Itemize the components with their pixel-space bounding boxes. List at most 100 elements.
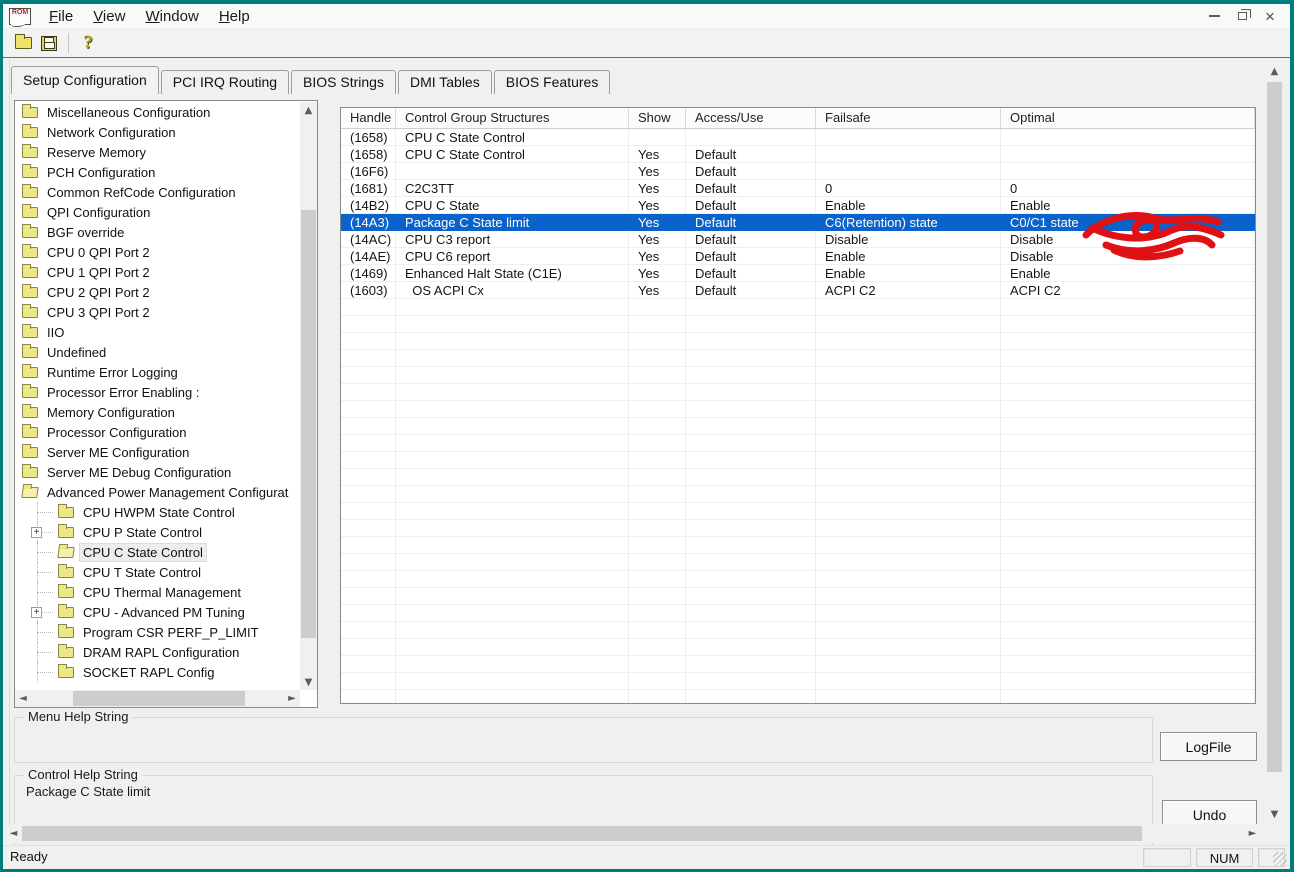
close-icon: × — [1265, 6, 1275, 26]
tab-dmi-tables[interactable]: DMI Tables — [397, 70, 492, 94]
cell-empty — [1001, 673, 1255, 690]
tree-item-cpu-p-state-control[interactable]: + CPU P State Control — [15, 522, 300, 542]
main-vertical-scrollbar[interactable]: ▲ ▼ — [1265, 61, 1284, 823]
cell-empty — [686, 435, 816, 452]
tree-item-qpi-configuration[interactable]: QPI Configuration — [15, 202, 300, 222]
cell-empty — [1001, 469, 1255, 486]
cell-empty — [1001, 486, 1255, 503]
main-scroll-left-icon[interactable]: ◄ — [5, 824, 22, 843]
expand-plus-icon[interactable]: + — [31, 527, 42, 538]
main-scroll-right-icon[interactable]: ► — [1244, 824, 1261, 843]
folder-icon — [22, 263, 38, 278]
menu-view[interactable]: View — [83, 6, 135, 27]
tab-bios-features[interactable]: BIOS Features — [493, 70, 611, 94]
menu-file[interactable]: File — [39, 6, 83, 27]
table-row-14a3[interactable]: (14A3) Package C State limit Yes Default C6(… — [341, 214, 1255, 231]
table-row-14b2[interactable]: (14B2) CPU C State Yes Default Enable Enable — [341, 197, 1255, 214]
restore-button[interactable] — [1228, 5, 1256, 27]
tree-item-runtime-error-logging[interactable]: Runtime Error Logging — [15, 362, 300, 382]
tree-item-dram-rapl-configuration[interactable]: DRAM RAPL Configuration — [15, 642, 300, 662]
tree-item-pch-configuration[interactable]: PCH Configuration — [15, 162, 300, 182]
tree-item-server-me-debug-configuration[interactable]: Server ME Debug Configuration — [15, 462, 300, 482]
tree-item-reserve-memory[interactable]: Reserve Memory — [15, 142, 300, 162]
folder-icon — [58, 523, 74, 538]
cell-access: Default — [686, 214, 816, 231]
main-vscroll-thumb[interactable] — [1267, 82, 1282, 772]
tab-pci-irq-routing[interactable]: PCI IRQ Routing — [160, 70, 290, 94]
column-header-access-use[interactable]: Access/Use — [686, 108, 816, 129]
tree-scroll-down-icon[interactable]: ▼ — [300, 674, 317, 690]
folder-icon — [22, 123, 38, 138]
table-row-14ae[interactable]: (14AE) CPU C6 report Yes Default Enable Disab… — [341, 248, 1255, 265]
close-button[interactable]: × — [1256, 5, 1284, 27]
main-horizontal-scrollbar[interactable]: ◄ ► — [3, 824, 1263, 843]
table-row-1603[interactable]: (1603) OS ACPI Cx Yes Default ACPI C2 ACPI C… — [341, 282, 1255, 299]
table-row-1658[interactable]: (1658) CPU C State Control — [341, 129, 1255, 146]
tree-item-label: DRAM RAPL Configuration — [83, 644, 240, 660]
tree-item-processor-configuration[interactable]: Processor Configuration — [15, 422, 300, 442]
menu-help[interactable]: Help — [209, 6, 260, 27]
cell-empty — [629, 350, 686, 367]
table-row-1658[interactable]: (1658) CPU C State Control Yes Default — [341, 146, 1255, 163]
column-header-optimal[interactable]: Optimal — [1001, 108, 1255, 129]
table-row-14ac[interactable]: (14AC) CPU C3 report Yes Default Disable Disa… — [341, 231, 1255, 248]
save-file-button[interactable] — [36, 32, 62, 54]
tab-setup-configuration[interactable]: Setup Configuration — [11, 66, 159, 94]
tree-item-advanced-power-management-configurat[interactable]: Advanced Power Management Configurat — [15, 482, 300, 502]
table-row-1681[interactable]: (1681) C2C3TT Yes Default 0 0 — [341, 180, 1255, 197]
tree-item-undefined[interactable]: Undefined — [15, 342, 300, 362]
tree-item-cpu-c-state-control[interactable]: CPU C State Control — [15, 542, 300, 562]
tab-bios-strings[interactable]: BIOS Strings — [291, 70, 396, 94]
tree-item-common-refcode-configuration[interactable]: Common RefCode Configuration — [15, 182, 300, 202]
tree-item-memory-configuration[interactable]: Memory Configuration — [15, 402, 300, 422]
cell-empty — [341, 690, 396, 703]
tree-item-cpu-1-qpi-port-2[interactable]: CPU 1 QPI Port 2 — [15, 262, 300, 282]
tree-item-cpu-2-qpi-port-2[interactable]: CPU 2 QPI Port 2 — [15, 282, 300, 302]
table-row-1469[interactable]: (1469) Enhanced Halt State (C1E) Yes Defaul… — [341, 265, 1255, 282]
main-hscroll-thumb[interactable] — [22, 826, 1142, 841]
status-pane-1 — [1143, 848, 1191, 867]
cell-empty — [816, 673, 1001, 690]
tree-item-bgf-override[interactable]: BGF override — [15, 222, 300, 242]
tree-item-cpu-0-qpi-port-2[interactable]: CPU 0 QPI Port 2 — [15, 242, 300, 262]
tree-item-cpu-thermal-management[interactable]: CPU Thermal Management — [15, 582, 300, 602]
tree-item-label: Processor Configuration — [47, 424, 187, 440]
tree-item-server-me-configuration[interactable]: Server ME Configuration — [15, 442, 300, 462]
tree-hscroll-thumb[interactable] — [73, 691, 245, 706]
help-button[interactable]: ? — [75, 32, 101, 54]
main-scroll-down-icon[interactable]: ▼ — [1265, 806, 1284, 823]
tree-vertical-scrollbar[interactable]: ▲ ▼ — [300, 102, 317, 690]
resize-grip[interactable] — [1273, 852, 1287, 866]
expand-plus-icon[interactable]: + — [31, 607, 42, 618]
tree-item-cpu-hwpm-state-control[interactable]: CPU HWPM State Control — [15, 502, 300, 522]
column-header-control-group-structures[interactable]: Control Group Structures — [396, 108, 629, 129]
tree-vscroll-thumb[interactable] — [301, 210, 316, 638]
cell-empty — [686, 503, 816, 520]
tree-item-processor-error-enabling[interactable]: Processor Error Enabling : — [15, 382, 300, 402]
tree-item-program-csr-perf-p-limit[interactable]: Program CSR PERF_P_LIMIT — [15, 622, 300, 642]
tree-item-socket-rapl-config[interactable]: SOCKET RAPL Config — [15, 662, 300, 682]
main-scroll-up-icon[interactable]: ▲ — [1265, 63, 1284, 80]
tree-item-cpu-t-state-control[interactable]: CPU T State Control — [15, 562, 300, 582]
tree-item-miscellaneous-configuration[interactable]: Miscellaneous Configuration — [15, 102, 300, 122]
column-header-show[interactable]: Show — [629, 108, 686, 129]
cell-empty — [1001, 316, 1255, 333]
menu-window[interactable]: Window — [135, 6, 208, 27]
tree-horizontal-scrollbar[interactable]: ◄ ► — [15, 690, 300, 707]
cell-optimal — [1001, 129, 1255, 146]
cell-optimal — [1001, 146, 1255, 163]
tree-item-cpu-advanced-pm-tuning[interactable]: + CPU - Advanced PM Tuning — [15, 602, 300, 622]
tree-scroll-up-icon[interactable]: ▲ — [300, 102, 317, 118]
logfile-button[interactable]: LogFile — [1160, 732, 1257, 761]
tree-item-network-configuration[interactable]: Network Configuration — [15, 122, 300, 142]
cell-empty — [629, 588, 686, 605]
tree-item-iio[interactable]: IIO — [15, 322, 300, 342]
open-file-button[interactable] — [10, 32, 36, 54]
tree-scroll-right-icon[interactable]: ► — [284, 690, 300, 706]
table-row-16f6[interactable]: (16F6) Yes Default — [341, 163, 1255, 180]
tree-scroll-left-icon[interactable]: ◄ — [15, 690, 31, 706]
column-header-handle[interactable]: Handle — [341, 108, 396, 129]
minimize-button[interactable] — [1200, 5, 1228, 27]
column-header-failsafe[interactable]: Failsafe — [816, 108, 1001, 129]
tree-item-cpu-3-qpi-port-2[interactable]: CPU 3 QPI Port 2 — [15, 302, 300, 322]
